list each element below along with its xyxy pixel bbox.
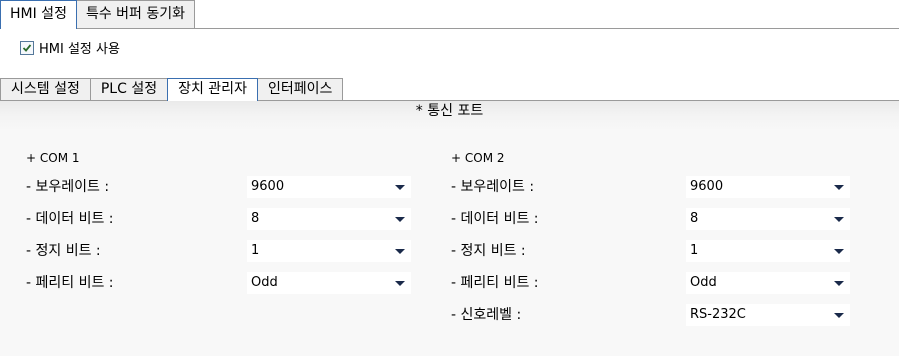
section-title: * 통신 포트 — [415, 103, 484, 119]
hmi-enable-label: HMI 설정 사용 — [39, 42, 120, 57]
chevron-down-icon[interactable] — [834, 313, 844, 318]
top-tab-bar: HMI 설정 특수 버퍼 동기화 — [0, 0, 196, 29]
device-manager-panel: * 통신 포트 + COM 1 - 보우레이트 : 9600 - 데이터 비트 … — [0, 101, 899, 356]
com2-stopbits-select[interactable]: 1 — [686, 240, 850, 262]
chevron-down-icon[interactable] — [395, 217, 405, 222]
com2-signal-level-select[interactable]: RS-232C — [686, 304, 850, 326]
tab-special-buffer-sync[interactable]: 특수 버퍼 동기화 — [75, 0, 196, 28]
com1-databits-select[interactable]: 8 — [247, 208, 411, 230]
com1-stopbits-select[interactable]: 1 — [247, 240, 411, 262]
hmi-enable-row[interactable]: HMI 설정 사용 — [20, 38, 120, 57]
com2-baud-label: - 보우레이트 : — [451, 179, 535, 195]
com1-parity-select[interactable]: Odd — [247, 272, 411, 294]
com1-baud-label: - 보우레이트 : — [26, 179, 110, 195]
chevron-down-icon[interactable] — [834, 249, 844, 254]
chevron-down-icon[interactable] — [834, 217, 844, 222]
com2-databits-label: - 데이터 비트 : — [451, 211, 539, 227]
com2-header: + COM 2 — [451, 151, 505, 165]
com1-databits-label: - 데이터 비트 : — [26, 211, 114, 227]
checkmark-icon — [22, 43, 32, 52]
com2-signal-level-value: RS-232C — [690, 307, 746, 322]
tab-system-settings[interactable]: 시스템 설정 — [0, 78, 91, 100]
com1-header: + COM 1 — [26, 151, 80, 165]
tab-device-manager[interactable]: 장치 관리자 — [167, 78, 258, 101]
com1-stopbits-label: - 정지 비트 : — [26, 243, 101, 259]
chevron-down-icon[interactable] — [834, 281, 844, 286]
com1-parity-label: - 페리티 비트 : — [26, 275, 114, 291]
com2-parity-label: - 페리티 비트 : — [451, 275, 539, 291]
com1-baud-value: 9600 — [251, 179, 285, 194]
com2-stopbits-value: 1 — [690, 243, 699, 258]
com2-databits-value: 8 — [690, 211, 699, 226]
com1-baud-select[interactable]: 9600 — [247, 176, 411, 198]
com1-stopbits-value: 1 — [251, 243, 260, 258]
com2-stopbits-label: - 정지 비트 : — [451, 243, 526, 259]
chevron-down-icon[interactable] — [395, 281, 405, 286]
chevron-down-icon[interactable] — [395, 249, 405, 254]
tab-hmi-settings[interactable]: HMI 설정 — [0, 0, 77, 29]
com2-databits-select[interactable]: 8 — [686, 208, 850, 230]
tab-interface[interactable]: 인터페이스 — [256, 78, 344, 100]
top-tab-divider — [0, 28, 899, 29]
com2-signal-level-label: - 신호레벨 : — [451, 307, 522, 323]
com1-databits-value: 8 — [251, 211, 260, 226]
com2-parity-value: Odd — [690, 275, 717, 290]
hmi-enable-checkbox[interactable] — [20, 40, 34, 55]
com2-baud-select[interactable]: 9600 — [686, 176, 850, 198]
com2-baud-value: 9600 — [690, 179, 724, 194]
sub-tab-bar: 시스템 설정 PLC 설정 장치 관리자 인터페이스 — [0, 78, 344, 101]
chevron-down-icon[interactable] — [395, 185, 405, 190]
com1-parity-value: Odd — [251, 275, 278, 290]
tab-plc-settings[interactable]: PLC 설정 — [89, 78, 169, 100]
chevron-down-icon[interactable] — [834, 185, 844, 190]
com2-parity-select[interactable]: Odd — [686, 272, 850, 294]
